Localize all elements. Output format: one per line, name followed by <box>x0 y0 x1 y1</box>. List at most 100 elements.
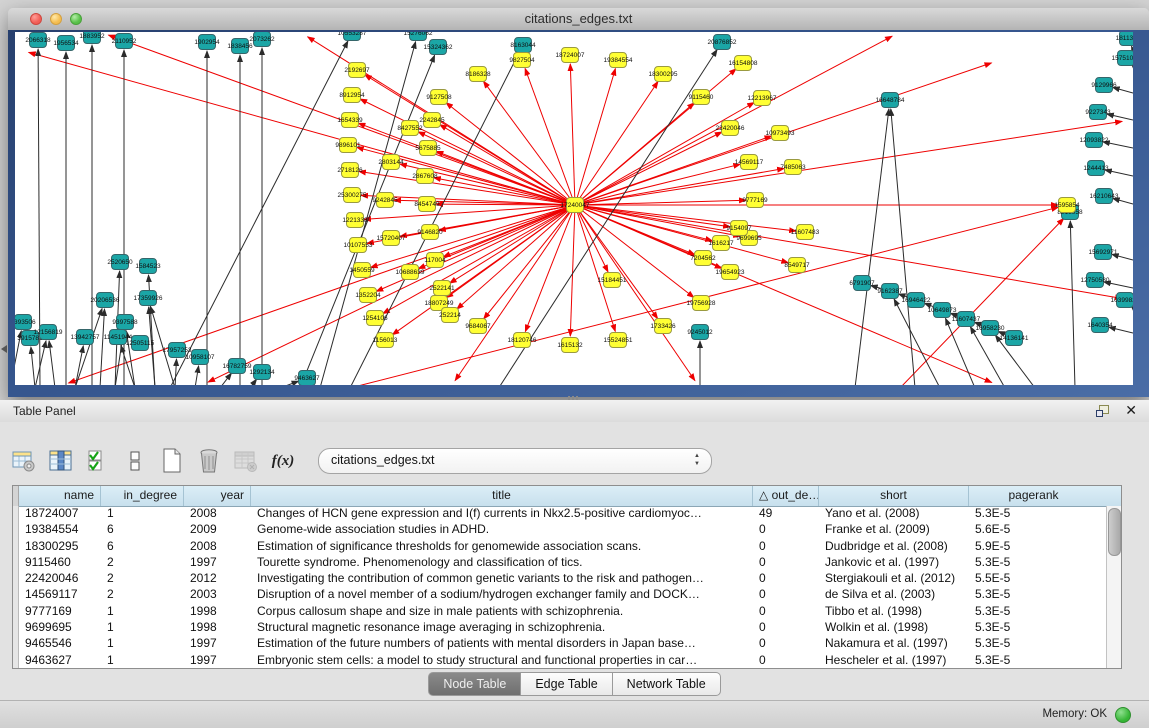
table-cell[interactable]: 5.3E-5 <box>969 653 1098 668</box>
table-cell[interactable]: 2003 <box>184 587 251 603</box>
table-cell[interactable]: Corpus callosum shape and size in male p… <box>251 604 753 620</box>
table-cell[interactable]: Franke et al. (2009) <box>819 522 969 538</box>
table-cell[interactable]: 5.3E-5 <box>969 587 1098 603</box>
graph-edge[interactable] <box>457 205 575 309</box>
table-cell[interactable]: 1 <box>101 636 184 652</box>
table-cell[interactable]: 18300295 <box>19 539 101 555</box>
graph-edge[interactable] <box>383 205 575 314</box>
table-cell[interactable]: 9777169 <box>19 604 101 620</box>
column-header-year[interactable]: year <box>184 486 251 506</box>
table-cell[interactable]: 2008 <box>184 539 251 555</box>
table-cell[interactable]: 5.3E-5 <box>969 555 1098 571</box>
table-row[interactable]: 1938455462009Genome-wide association stu… <box>13 522 1106 538</box>
table-cell[interactable]: 14569117 <box>19 587 101 603</box>
table-cell[interactable]: Stergiakouli et al. (2012) <box>819 571 969 587</box>
graph-edge[interactable] <box>220 373 232 385</box>
vertical-scrollbar[interactable] <box>1106 506 1121 668</box>
table-cell[interactable]: Structural magnetic resonance image aver… <box>251 620 753 636</box>
table-cell[interactable]: Tibbo et al. (1998) <box>819 604 969 620</box>
memory-ok-indicator[interactable] <box>1115 707 1131 723</box>
graph-edge[interactable] <box>575 205 992 383</box>
table-cell[interactable]: Disruption of a novel member of a sodium… <box>251 587 753 603</box>
tab-node-table[interactable]: Node Table <box>428 672 521 696</box>
table-row[interactable]: 911546021997Tourette syndrome. Phenomeno… <box>13 555 1106 571</box>
table-row[interactable]: 946362711997Embryonic stem cells: a mode… <box>13 653 1106 668</box>
network-canvas[interactable]: 2066318195653418839522110952190295418384… <box>15 32 1133 385</box>
table-cell[interactable]: Jankovic et al. (1997) <box>819 555 969 571</box>
table-cell[interactable]: 0 <box>753 620 819 636</box>
table-cell[interactable]: Genome-wide association studies in ADHD. <box>251 522 753 538</box>
table-cell[interactable]: 6 <box>101 539 184 555</box>
table-cell[interactable]: 2008 <box>184 506 251 522</box>
table-cell[interactable]: de Silva et al. (2003) <box>819 587 969 603</box>
table-row[interactable]: 946554611997Estimation of the future num… <box>13 636 1106 652</box>
table-cell[interactable]: 49 <box>753 506 819 522</box>
graph-edge[interactable] <box>49 341 55 385</box>
collapse-left-arrow-icon[interactable] <box>1 345 7 353</box>
table-cell[interactable]: Changes of HCN gene expression and I(f) … <box>251 506 753 522</box>
table-cell[interactable]: 5.6E-5 <box>969 522 1098 538</box>
graph-edge[interactable] <box>1070 221 1075 385</box>
table-cell[interactable]: Nakamura et al. (1997) <box>819 636 969 652</box>
table-cell[interactable]: Estimation of the future numbers of pati… <box>251 636 753 652</box>
table-cell[interactable]: 1997 <box>184 653 251 668</box>
graph-edge[interactable] <box>484 205 575 319</box>
graph-edge[interactable] <box>250 379 257 385</box>
graph-edge[interactable] <box>855 109 889 385</box>
column-select-icon[interactable] <box>47 447 75 475</box>
table-cell[interactable]: 2 <box>101 555 184 571</box>
table-cell[interactable]: 5.3E-5 <box>969 620 1098 636</box>
table-cell[interactable]: 9465546 <box>19 636 101 652</box>
table-settings-icon[interactable] <box>10 447 38 475</box>
function-builder-icon[interactable]: f(x) <box>269 447 297 475</box>
table-cell[interactable]: 0 <box>753 539 819 555</box>
column-header-in_degree[interactable]: in_degree <box>101 486 184 506</box>
row-height-icon[interactable] <box>121 447 149 475</box>
graph-edge[interactable] <box>575 205 615 331</box>
close-panel-icon[interactable]: ✕ <box>1125 402 1137 419</box>
table-cell[interactable]: 0 <box>753 571 819 587</box>
table-cell[interactable]: 1998 <box>184 620 251 636</box>
table-cell[interactable]: 2 <box>101 587 184 603</box>
table-cell[interactable]: Investigating the contribution of common… <box>251 571 753 587</box>
graph-edge[interactable] <box>1132 46 1134 50</box>
tab-network-table[interactable]: Network Table <box>613 672 721 696</box>
column-header-title[interactable]: title <box>251 486 753 506</box>
table-cell[interactable]: 5.3E-5 <box>969 506 1098 522</box>
table-cell[interactable]: Hescheler et al. (1997) <box>819 653 969 668</box>
table-cell[interactable]: 9115460 <box>19 555 101 571</box>
table-cell[interactable]: 0 <box>753 653 819 668</box>
table-cell[interactable]: 19384554 <box>19 522 101 538</box>
tab-edge-table[interactable]: Edge Table <box>521 672 612 696</box>
graph-edge[interactable] <box>575 82 658 206</box>
graph-edge[interactable] <box>575 121 1122 205</box>
graph-edge[interactable] <box>1107 114 1133 120</box>
graph-edge[interactable] <box>500 50 717 385</box>
graph-edge[interactable] <box>570 64 575 205</box>
graph-edge[interactable] <box>100 309 105 385</box>
table-cell[interactable]: 0 <box>753 604 819 620</box>
column-header-pagerank[interactable]: pagerank <box>969 486 1098 506</box>
table-cell[interactable]: Wolkin et al. (1998) <box>819 620 969 636</box>
table-cell[interactable]: Tourette syndrome. Phenomenology and cla… <box>251 555 753 571</box>
table-cell[interactable]: 1998 <box>184 604 251 620</box>
table-selector-dropdown[interactable]: citations_edges.txt ▲▼ <box>318 448 712 474</box>
table-cell[interactable]: 0 <box>753 522 819 538</box>
table-cell[interactable]: Estimation of significance thresholds fo… <box>251 539 753 555</box>
table-cell[interactable]: 6 <box>101 522 184 538</box>
table-cell[interactable]: Embryonic stem cells: a model to study s… <box>251 653 753 668</box>
table-cell[interactable]: 18724007 <box>19 506 101 522</box>
table-cell[interactable]: 5.3E-5 <box>969 604 1098 620</box>
graph-edge[interactable] <box>29 52 575 205</box>
table-cell[interactable]: 5.5E-5 <box>969 571 1098 587</box>
table-row[interactable]: 1830029562008Estimation of significance … <box>13 539 1106 555</box>
table-cell[interactable]: 9699695 <box>19 620 101 636</box>
scrollbar-thumb[interactable] <box>1108 508 1121 556</box>
table-cell[interactable]: Dudbridge et al. (2008) <box>819 539 969 555</box>
table-row[interactable]: 2242004622012Investigating the contribut… <box>13 571 1106 587</box>
citation-graph[interactable]: 2066318195653418839522110952190295418384… <box>15 32 1133 385</box>
graph-edge[interactable] <box>575 69 615 205</box>
new-table-icon[interactable] <box>158 447 186 475</box>
graph-edge[interactable] <box>75 309 102 386</box>
graph-edge[interactable] <box>175 359 177 385</box>
